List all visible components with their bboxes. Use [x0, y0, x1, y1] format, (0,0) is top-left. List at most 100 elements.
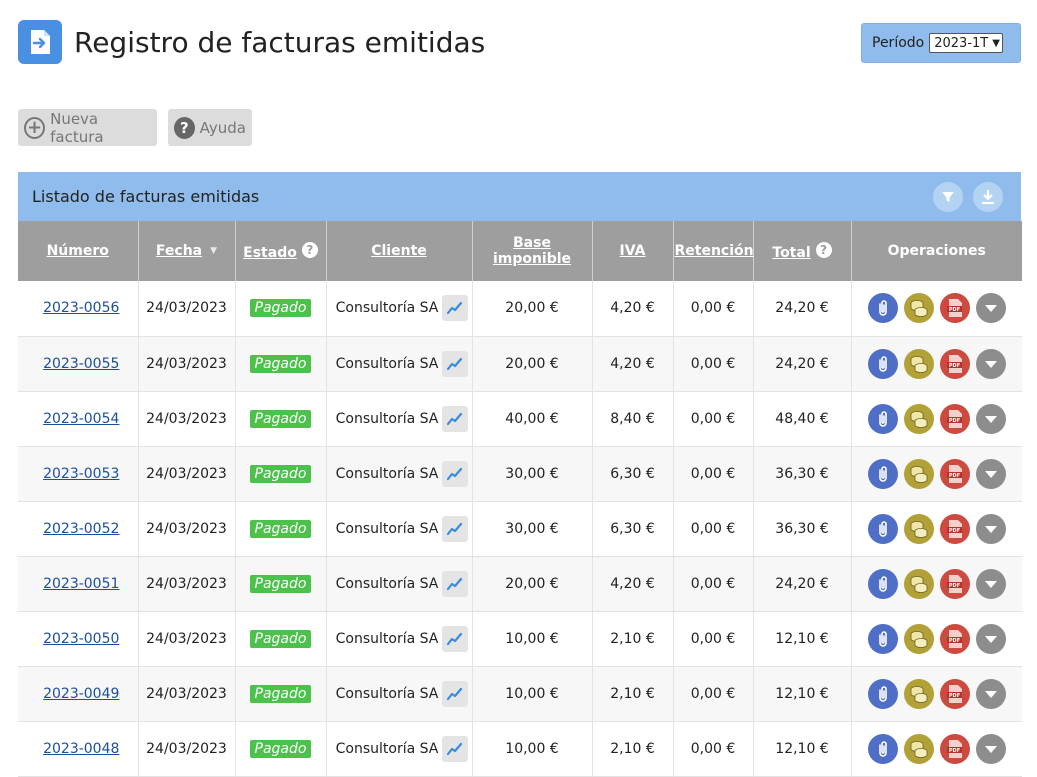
- paperclip-icon[interactable]: [867, 348, 898, 379]
- chevron-down-icon[interactable]: [975, 403, 1006, 434]
- cell-operaciones: PDF: [851, 336, 1022, 392]
- paperclip-icon[interactable]: [867, 293, 898, 324]
- cell-cliente: Consultoría SA: [326, 556, 473, 612]
- pdf-icon[interactable]: PDF: [939, 678, 970, 709]
- cell-iva: 4,20 €: [592, 281, 674, 337]
- chevron-down-icon[interactable]: [975, 293, 1006, 324]
- status-badge: Pagado: [249, 574, 312, 593]
- cell-iva: 2,10 €: [592, 721, 674, 777]
- coins-icon[interactable]: [903, 293, 934, 324]
- cell-retencion: 0,00 €: [673, 336, 754, 392]
- chart-line-icon[interactable]: [442, 515, 469, 542]
- invoice-number-link[interactable]: 2023-0050: [43, 631, 119, 647]
- paperclip-icon[interactable]: [867, 403, 898, 434]
- cell-operaciones: PDF: [851, 446, 1022, 502]
- new-invoice-button[interactable]: + Nueva factura: [18, 109, 157, 146]
- cell-total: 12,10 €: [753, 611, 852, 667]
- coins-icon[interactable]: [903, 348, 934, 379]
- invoice-number-link[interactable]: 2023-0051: [43, 576, 119, 592]
- svg-text:PDF: PDF: [949, 747, 960, 753]
- chart-line-icon[interactable]: [442, 460, 469, 487]
- invoice-number-link[interactable]: 2023-0053: [43, 466, 119, 482]
- chevron-down-icon[interactable]: [975, 568, 1006, 599]
- cell-fecha: 24/03/2023: [138, 446, 236, 502]
- pdf-icon[interactable]: PDF: [939, 733, 970, 764]
- chevron-down-icon[interactable]: [975, 623, 1006, 654]
- cell-total: 12,10 €: [753, 721, 852, 777]
- question-circle-icon[interactable]: ?: [301, 241, 318, 258]
- coins-icon[interactable]: [903, 458, 934, 489]
- svg-text:PDF: PDF: [949, 527, 960, 533]
- client-name: Consultoría SA: [335, 355, 439, 372]
- chevron-down-icon[interactable]: [975, 458, 1006, 489]
- cell-estado: Pagado: [235, 446, 327, 502]
- coins-icon[interactable]: [903, 568, 934, 599]
- coins-icon[interactable]: [903, 733, 934, 764]
- pdf-icon[interactable]: PDF: [939, 458, 970, 489]
- paperclip-icon[interactable]: [867, 568, 898, 599]
- chevron-down-icon[interactable]: [975, 513, 1006, 544]
- svg-text:PDF: PDF: [949, 692, 960, 698]
- chart-line-icon[interactable]: [442, 570, 469, 597]
- download-button[interactable]: [973, 182, 1003, 212]
- paperclip-icon[interactable]: [867, 458, 898, 489]
- chart-line-icon[interactable]: [442, 350, 469, 377]
- col-iva[interactable]: IVA: [592, 221, 674, 281]
- pdf-icon[interactable]: PDF: [939, 623, 970, 654]
- invoice-number-link[interactable]: 2023-0056: [43, 300, 119, 316]
- coins-icon[interactable]: [903, 623, 934, 654]
- chevron-down-icon[interactable]: [975, 733, 1006, 764]
- paperclip-icon[interactable]: [867, 623, 898, 654]
- cell-iva: 4,20 €: [592, 556, 674, 612]
- help-button[interactable]: ? Ayuda: [168, 109, 252, 146]
- chart-line-icon[interactable]: [442, 680, 469, 707]
- cell-numero: 2023-0056: [18, 281, 139, 337]
- invoice-number-link[interactable]: 2023-0048: [43, 741, 119, 757]
- chart-line-icon[interactable]: [442, 735, 469, 762]
- cell-operaciones: PDF: [851, 281, 1022, 337]
- invoice-number-link[interactable]: 2023-0049: [43, 686, 119, 702]
- pdf-icon[interactable]: PDF: [939, 403, 970, 434]
- paperclip-icon[interactable]: [867, 733, 898, 764]
- col-retencion[interactable]: Retención: [673, 221, 754, 281]
- col-estado[interactable]: Estado?: [235, 221, 327, 281]
- chevron-down-icon[interactable]: [975, 678, 1006, 709]
- chart-line-icon[interactable]: [442, 405, 469, 432]
- question-circle-icon[interactable]: ?: [815, 241, 832, 258]
- cell-estado: Pagado: [235, 281, 327, 337]
- period-select[interactable]: 2023-1T ▼: [929, 33, 1003, 53]
- pdf-icon[interactable]: PDF: [939, 293, 970, 324]
- cell-numero: 2023-0050: [18, 611, 139, 667]
- cell-operaciones: PDF: [851, 556, 1022, 612]
- pdf-icon[interactable]: PDF: [939, 568, 970, 599]
- cell-estado: Pagado: [235, 501, 327, 557]
- col-cliente[interactable]: Cliente: [326, 221, 473, 281]
- invoice-number-link[interactable]: 2023-0054: [43, 411, 119, 427]
- col-fecha[interactable]: Fecha ▼: [138, 221, 236, 281]
- col-total[interactable]: Total?: [753, 221, 852, 281]
- download-icon: [982, 190, 994, 205]
- pdf-icon[interactable]: PDF: [939, 348, 970, 379]
- coins-icon[interactable]: [903, 403, 934, 434]
- cell-iva: 6,30 €: [592, 501, 674, 557]
- cell-iva: 8,40 €: [592, 391, 674, 447]
- cell-operaciones: PDF: [851, 611, 1022, 667]
- status-badge: Pagado: [249, 354, 312, 373]
- invoice-number-link[interactable]: 2023-0055: [43, 356, 119, 372]
- coins-icon[interactable]: [903, 678, 934, 709]
- col-numero[interactable]: Número: [18, 221, 139, 281]
- cell-base: 20,00 €: [472, 556, 593, 612]
- chevron-down-icon: ▼: [992, 37, 1000, 49]
- coins-icon[interactable]: [903, 513, 934, 544]
- chevron-down-icon[interactable]: [975, 348, 1006, 379]
- cell-cliente: Consultoría SA: [326, 721, 473, 777]
- paperclip-icon[interactable]: [867, 678, 898, 709]
- invoice-number-link[interactable]: 2023-0052: [43, 521, 119, 537]
- cell-iva: 6,30 €: [592, 446, 674, 502]
- paperclip-icon[interactable]: [867, 513, 898, 544]
- chart-line-icon[interactable]: [442, 625, 469, 652]
- pdf-icon[interactable]: PDF: [939, 513, 970, 544]
- chart-line-icon[interactable]: [442, 295, 469, 322]
- filter-button[interactable]: [933, 182, 963, 212]
- col-base[interactable]: Base imponible: [472, 221, 593, 281]
